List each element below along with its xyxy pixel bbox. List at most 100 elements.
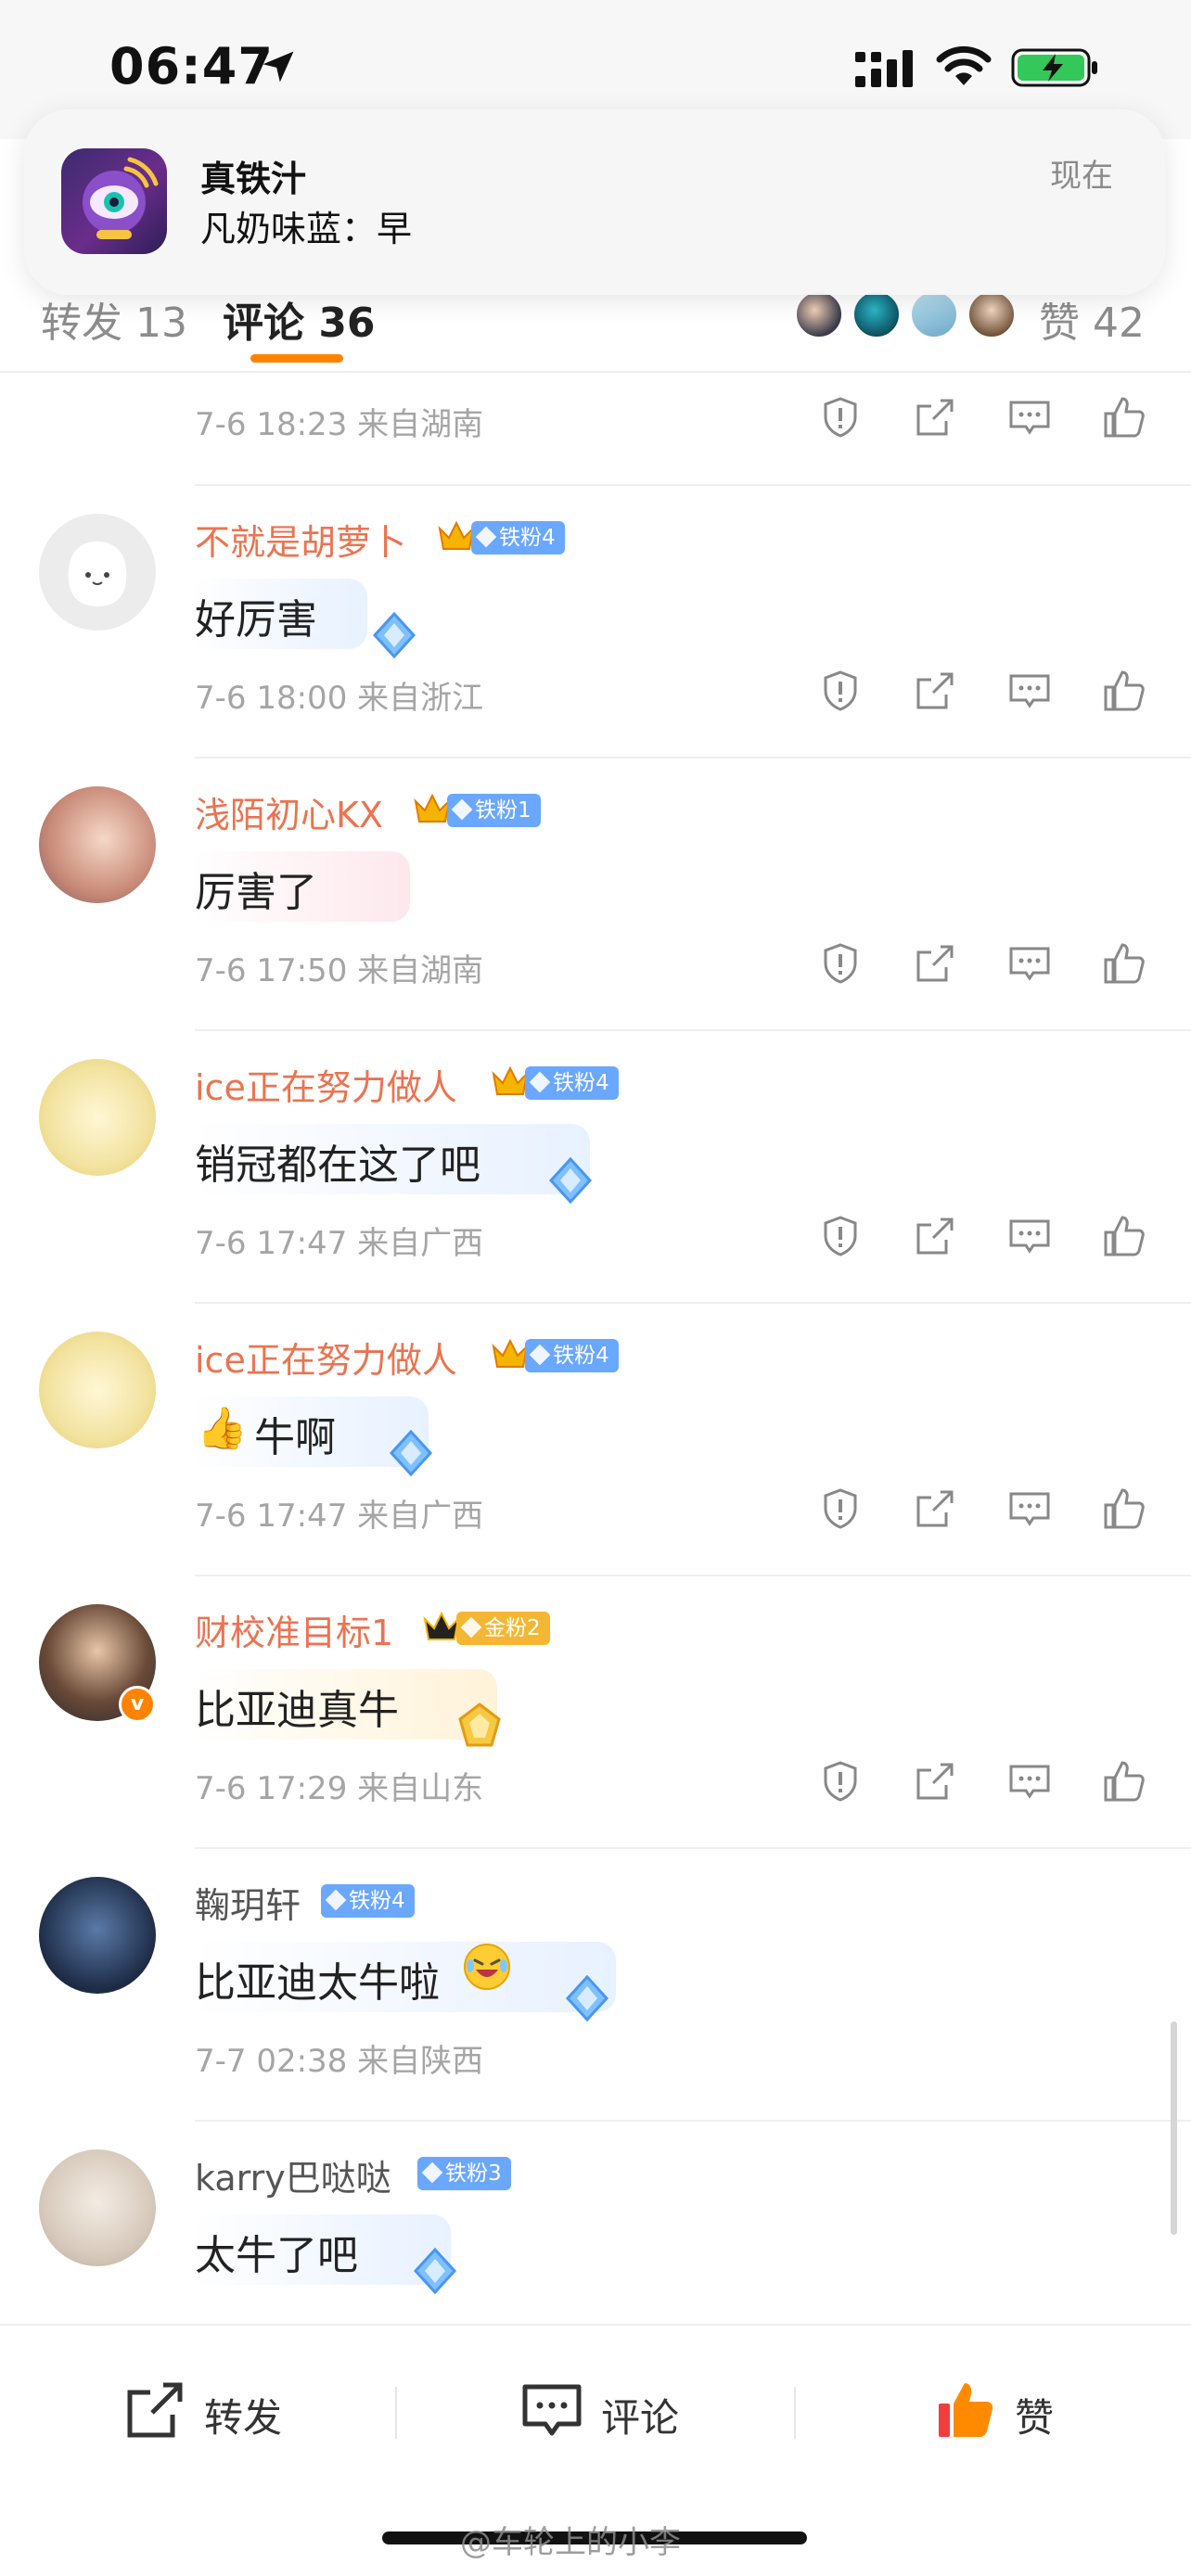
divider — [794, 2387, 796, 2439]
like-icon[interactable] — [1102, 669, 1146, 713]
fan-badge: 铁粉4 — [525, 1066, 619, 1100]
comment-time-location: 7-6 17:29 来自山东 — [195, 1770, 484, 1807]
share-icon[interactable] — [913, 1486, 957, 1531]
share-icon[interactable] — [913, 941, 957, 986]
like-label: 赞 — [1015, 2395, 1055, 2441]
comment-meta: 7-6 18:23 来自湖南 — [195, 375, 1191, 467]
comment-time-location: 7-6 17:50 来自湖南 — [195, 952, 484, 989]
like-icon[interactable] — [1102, 941, 1146, 986]
avatar[interactable] — [39, 2149, 156, 2266]
verified-badge: v — [119, 1686, 156, 1723]
scrollbar[interactable] — [1171, 2021, 1177, 2235]
commenter-name[interactable]: 浅陌初心KX — [195, 786, 383, 837]
share-icon[interactable] — [913, 1759, 957, 1804]
bottom-action-bar: 转发 评论 赞 @车轮上的小李 — [0, 2324, 1191, 2576]
comment-item: v 财校准目标1 金粉2 比亚迪真牛 — [0, 1576, 1191, 1757]
push-notification[interactable]: 真铁汁 凡奶味蓝：早 现在 — [24, 109, 1165, 295]
active-tab-indicator — [250, 354, 343, 363]
avatar[interactable] — [39, 514, 156, 631]
comment-item: 不就是胡萝卜 铁粉4 好厉害 — [0, 486, 1191, 667]
comment-meta: 7-7 02:38 来自陕西 — [195, 2011, 1191, 2104]
like-filled-icon — [939, 2383, 993, 2437]
fan-badge: 铁粉1 — [447, 794, 541, 827]
commenter-name[interactable]: ice正在努力做人 — [195, 1059, 457, 1110]
comment-item: 鞠玥轩 铁粉4 比亚迪太牛啦 — [0, 1849, 1191, 2030]
watermark: @车轮上的小李 — [460, 2524, 681, 2561]
notification-body: 凡奶味蓝：早 — [200, 209, 413, 249]
tab-comment[interactable]: 评论 36 — [223, 289, 376, 349]
like-button[interactable]: 赞 — [933, 2378, 1082, 2442]
comment-button[interactable]: 评论 — [519, 2378, 705, 2442]
share-icon[interactable] — [913, 1214, 957, 1258]
avatar[interactable] — [39, 1059, 156, 1176]
like-icon[interactable] — [1102, 1214, 1146, 1258]
divider — [395, 2387, 397, 2439]
thumbs-up-emoji: 👍 — [197, 1405, 248, 1452]
liker-avatar[interactable] — [794, 289, 844, 339]
commenter-name[interactable]: 不就是胡萝卜 — [195, 514, 406, 565]
comment-time-location: 7-7 02:38 来自陕西 — [195, 2043, 484, 2080]
tab-forward[interactable]: 转发 13 — [41, 289, 187, 349]
comment-label: 评论 — [601, 2395, 680, 2441]
comment-meta: 7-6 17:47 来自广西 — [195, 1466, 1191, 1559]
report-icon[interactable] — [818, 1214, 863, 1258]
reply-icon[interactable] — [1007, 1759, 1052, 1804]
report-icon[interactable] — [818, 1486, 863, 1531]
like-icon[interactable] — [1102, 1759, 1146, 1804]
comment-text: 太牛了吧 — [195, 2232, 358, 2279]
share-icon — [127, 2382, 183, 2438]
comment-time-location: 7-6 17:47 来自广西 — [195, 1225, 484, 1262]
comment-meta: 7-6 17:50 来自湖南 — [195, 921, 1191, 1014]
share-icon[interactable] — [913, 669, 957, 713]
fan-badge: 铁粉4 — [471, 521, 565, 555]
report-icon[interactable] — [818, 669, 863, 713]
fan-badge: 铁粉3 — [417, 2157, 511, 2190]
comment-text: 厉害了 — [195, 869, 317, 916]
report-icon[interactable] — [818, 395, 863, 440]
comment-meta: 7-6 17:47 来自广西 — [195, 1193, 1191, 1286]
commenter-name[interactable]: karry巴哒哒 — [195, 2149, 391, 2200]
comment-time-location: 7-6 18:00 来自浙江 — [195, 680, 484, 717]
comment-item: ice正在努力做人 铁粉4 销冠都在这了吧 — [0, 1031, 1191, 1212]
comment-text: 好厉害 — [195, 596, 317, 644]
share-icon[interactable] — [913, 395, 957, 440]
forward-button[interactable]: 转发 — [122, 2378, 308, 2442]
like-icon[interactable] — [1102, 1486, 1146, 1531]
comment-meta: 7-6 17:29 来自山东 — [195, 1739, 1191, 1831]
comment-text: 牛啊 — [254, 1414, 336, 1461]
report-icon[interactable] — [818, 1759, 863, 1804]
report-icon[interactable] — [818, 941, 863, 986]
forward-label: 转发 — [204, 2395, 283, 2441]
notification-time: 现在 — [1050, 158, 1113, 195]
comment-text: 比亚迪真牛 — [195, 1687, 399, 1734]
commenter-name[interactable]: 鞠玥轩 — [195, 1877, 301, 1928]
avatar[interactable] — [39, 786, 156, 903]
fan-badge: 铁粉4 — [525, 1339, 619, 1372]
wifi-icon — [936, 45, 992, 85]
tab-like[interactable]: 赞 42 — [1039, 289, 1145, 349]
comment-text: 销冠都在这了吧 — [195, 1141, 480, 1189]
commenter-name[interactable]: 财校准目标1 — [195, 1604, 393, 1655]
reply-icon[interactable] — [1007, 669, 1052, 713]
comment-item: karry巴哒哒 铁粉3 太牛了吧 — [0, 2122, 1191, 2302]
avatar[interactable] — [39, 1332, 156, 1448]
liker-avatar[interactable] — [852, 289, 902, 339]
comment-item: 浅陌初心KX 铁粉1 厉害了 — [0, 759, 1191, 939]
comment-time-location: 7-6 18:23 来自湖南 — [195, 406, 484, 443]
avatar[interactable] — [39, 1877, 156, 1994]
reply-icon[interactable] — [1007, 941, 1052, 986]
location-arrow-icon — [263, 51, 294, 83]
app-icon — [61, 148, 167, 254]
reply-icon[interactable] — [1007, 395, 1052, 440]
reply-icon[interactable] — [1007, 1214, 1052, 1258]
comment-icon — [522, 2384, 582, 2436]
commenter-name[interactable]: ice正在努力做人 — [195, 1332, 457, 1383]
reply-icon[interactable] — [1007, 1486, 1052, 1531]
battery-charging-icon — [1011, 48, 1097, 87]
comment-item: ice正在努力做人 铁粉4 👍 牛啊 — [0, 1304, 1191, 1485]
liker-avatar[interactable] — [909, 289, 959, 339]
like-icon[interactable] — [1102, 395, 1146, 440]
liker-avatar[interactable] — [967, 289, 1017, 339]
laughing-face-icon — [464, 1944, 510, 1990]
diamond-icon — [413, 2247, 457, 2295]
